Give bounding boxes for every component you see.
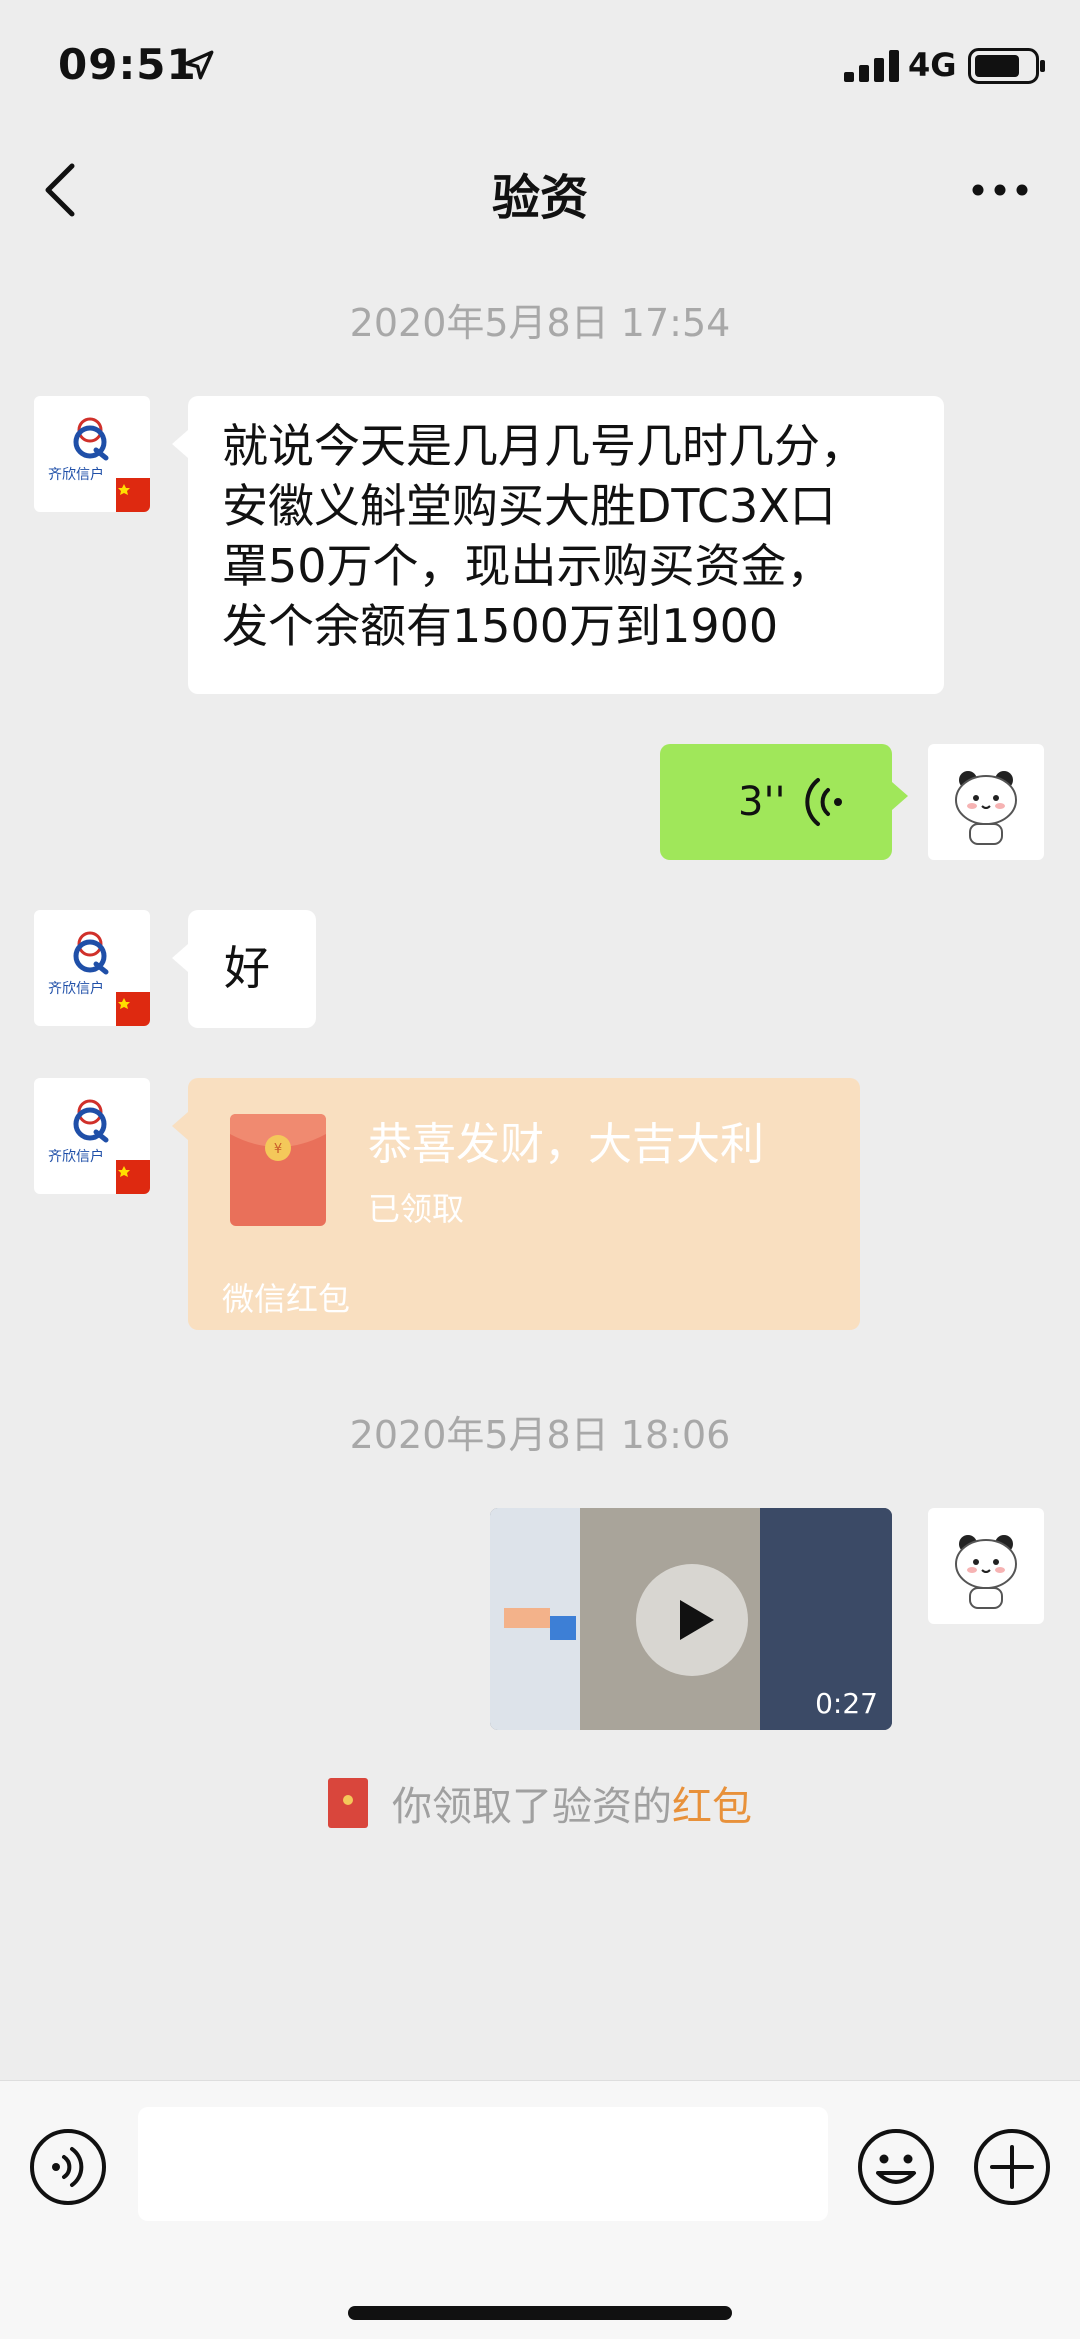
- location-arrow-icon: [184, 50, 214, 80]
- red-packet-title: 恭喜发财，大吉大利: [368, 1119, 764, 1170]
- plus-circle-icon[interactable]: [972, 2127, 1052, 2207]
- message-line: 罩50万个，现出示购买资金，: [222, 539, 833, 593]
- voice-wave-icon: [805, 778, 842, 826]
- company-logo-icon: [73, 1099, 150, 1194]
- avatar-logo-text: 齐欣信户: [48, 1149, 104, 1165]
- battery-icon: [968, 48, 1045, 84]
- signal-icon: [844, 50, 899, 82]
- message-line: 就说今天是几月几号几时几分，: [222, 419, 866, 473]
- message-line: 发个余额有1500万到1900: [222, 599, 779, 653]
- voice-message-bubble[interactable]: 3'': [660, 744, 908, 860]
- contact-avatar[interactable]: 齐欣信户: [34, 396, 150, 512]
- message-timestamp: 2020年5月8日 17:54: [349, 301, 731, 345]
- video-message[interactable]: 0:27: [490, 1508, 892, 1730]
- play-icon[interactable]: [634, 1562, 750, 1678]
- emoji-icon[interactable]: [856, 2127, 936, 2207]
- my-avatar[interactable]: [928, 1508, 1044, 1624]
- avatar-logo-text: 齐欣信户: [48, 981, 104, 997]
- red-packet-message[interactable]: ¥ 恭喜发财，大吉大利 已领取 微信红包: [172, 1078, 860, 1330]
- red-packet-status: 已领取: [368, 1190, 465, 1228]
- red-envelope-icon: [328, 1778, 368, 1828]
- status-bar: 09:51 4G: [0, 0, 1080, 130]
- note-link[interactable]: 红包: [672, 1784, 752, 1830]
- voice-duration: 3'': [738, 779, 786, 825]
- avatar-logo-text: 齐欣信户: [48, 467, 104, 483]
- input-bar: [0, 2080, 1080, 2339]
- red-packet-received-note: 你领取了验资的红包: [0, 1774, 1080, 1832]
- message-timestamp: 2020年5月8日 18:06: [349, 1413, 731, 1457]
- message-line: 安徽义斛堂购买大胜DTC3X口: [222, 479, 836, 533]
- contact-avatar[interactable]: 齐欣信户: [34, 1078, 150, 1194]
- red-envelope-icon: ¥: [230, 1114, 326, 1226]
- company-logo-icon: [73, 931, 150, 1026]
- svg-text:¥: ¥: [274, 1142, 282, 1157]
- network-type: 4G: [908, 46, 957, 84]
- received-text-bubble[interactable]: 就说今天是几月几号几时几分， 安徽义斛堂购买大胜DTC3X口 罩50万个，现出示…: [172, 396, 944, 694]
- red-packet-footer: 微信红包: [222, 1280, 351, 1318]
- contact-avatar[interactable]: 齐欣信户: [34, 910, 150, 1026]
- home-indicator: [348, 2306, 732, 2320]
- chat-title: 验资: [491, 170, 588, 226]
- status-time: 09:51: [58, 40, 197, 89]
- message-text: 好: [224, 941, 270, 995]
- note-text: 你领取了验资的: [392, 1784, 672, 1830]
- voice-icon[interactable]: [28, 2127, 108, 2207]
- my-avatar[interactable]: [928, 744, 1044, 860]
- received-text-bubble[interactable]: 好: [172, 910, 316, 1028]
- ellipsis-icon[interactable]: [970, 180, 1030, 200]
- panda-avatar-icon: [955, 771, 1017, 845]
- panda-avatar-icon: [955, 1535, 1017, 1609]
- video-duration: 0:27: [815, 1687, 878, 1720]
- chat-header: 验资: [0, 130, 1080, 250]
- message-input[interactable]: [138, 2107, 828, 2221]
- company-logo-icon: [73, 417, 150, 512]
